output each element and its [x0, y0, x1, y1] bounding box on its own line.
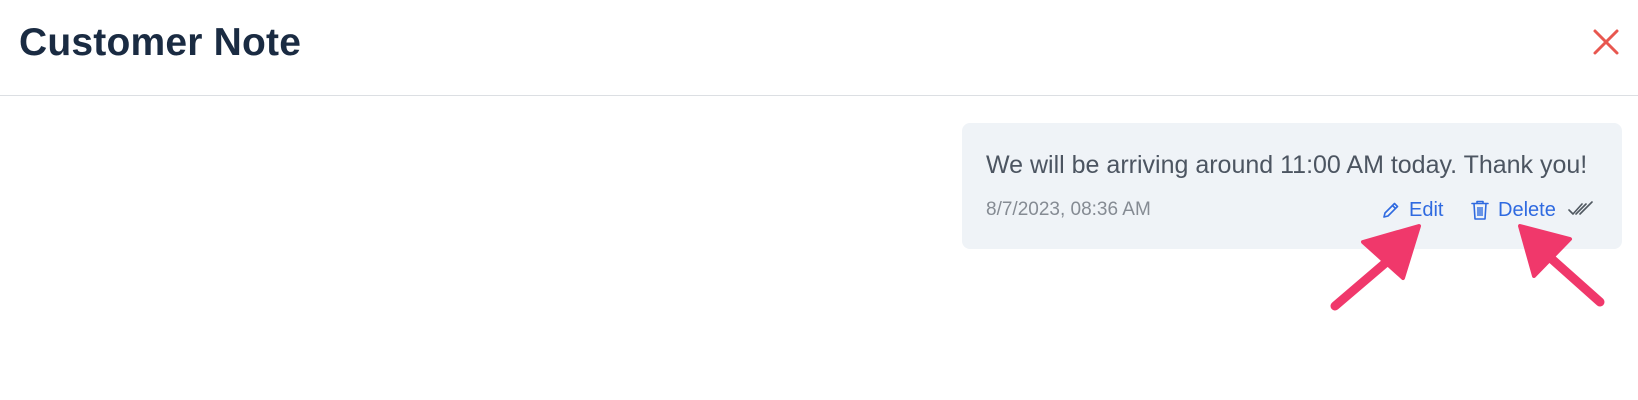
delete-button[interactable]: Delete — [1470, 195, 1556, 225]
close-icon — [1593, 29, 1619, 55]
dialog-header: Customer Note — [0, 0, 1638, 96]
customer-note-dialog: Customer Note We will be arriving around… — [0, 0, 1638, 400]
pencil-icon — [1381, 200, 1401, 220]
dialog-title: Customer Note — [19, 21, 302, 64]
note-card: We will be arriving around 11:00 AM toda… — [962, 123, 1622, 249]
note-timestamp: 8/7/2023, 08:36 AM — [986, 199, 1151, 220]
edit-label: Edit — [1409, 198, 1444, 221]
edit-button[interactable]: Edit — [1381, 195, 1443, 225]
double-check-icon — [1568, 199, 1594, 219]
close-button[interactable] — [1590, 26, 1622, 58]
trash-icon — [1470, 199, 1490, 221]
note-message: We will be arriving around 11:00 AM toda… — [986, 151, 1588, 179]
delete-label: Delete — [1498, 198, 1556, 221]
